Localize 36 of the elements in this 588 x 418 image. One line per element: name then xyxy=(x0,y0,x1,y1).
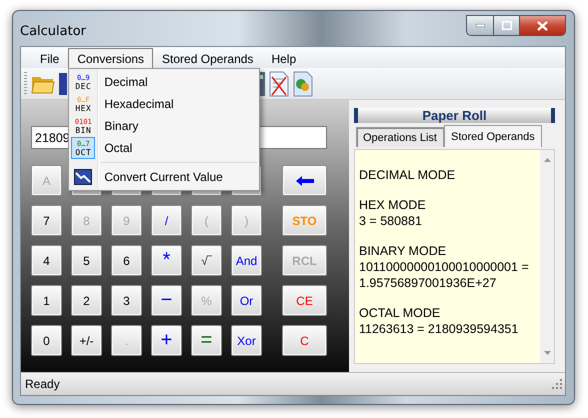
window-title: Calculator xyxy=(20,24,86,39)
calculator-key[interactable]: Or xyxy=(231,285,262,316)
panel-title: Paper Roll xyxy=(354,108,555,123)
calculator-key[interactable]: +/- xyxy=(71,325,102,356)
mode-heading: DECIMAL MODE xyxy=(359,167,456,183)
operation-line: 11263613 = 2180939594351 xyxy=(359,321,520,337)
calculator-key[interactable]: 0 xyxy=(31,325,62,356)
menu-item[interactable]: Conversions xyxy=(68,48,154,68)
calculator-key[interactable]: 4 xyxy=(31,245,62,276)
operation-line: 3 = 580881 xyxy=(359,213,423,229)
calculator-key[interactable]: / xyxy=(151,205,182,236)
status-text: Ready xyxy=(25,377,60,391)
menu-item[interactable]: Help xyxy=(262,48,306,68)
menu-item[interactable]: File xyxy=(31,48,68,68)
tab[interactable]: Operations List xyxy=(356,127,444,147)
mode-heading: BINARY MODE xyxy=(359,243,448,259)
calculator-key[interactable]: − xyxy=(151,285,182,316)
calculator-key[interactable]: Xor xyxy=(231,325,262,356)
calculator-key[interactable]: And xyxy=(231,245,262,276)
mode-heading: HEX MODE xyxy=(359,197,427,213)
calculator-key[interactable]: 6 xyxy=(111,245,142,276)
calculator-key[interactable]: 7 xyxy=(31,205,62,236)
tab[interactable]: Stored Operands xyxy=(444,125,542,147)
calculator-key[interactable]: 5 xyxy=(71,245,102,276)
calculator-key[interactable]: * xyxy=(151,245,182,276)
operation-line: 1.95756897001936E+27 xyxy=(359,275,498,291)
calculator-key[interactable]: = xyxy=(191,325,222,356)
mode-heading: OCTAL MODE xyxy=(359,305,442,321)
calculator-key[interactable]: √‾ xyxy=(191,245,222,276)
calculator-key[interactable]: + xyxy=(151,325,182,356)
menu-item[interactable]: Stored Operands xyxy=(153,48,262,68)
operation-line: 10110000000100010000001 = xyxy=(359,259,530,275)
calculator-key[interactable]: 2 xyxy=(71,285,102,316)
calculator-key[interactable]: 3 xyxy=(111,285,142,316)
menu-item[interactable]: Convert Current Value xyxy=(69,166,260,188)
calculator-key[interactable]: 1 xyxy=(31,285,62,316)
